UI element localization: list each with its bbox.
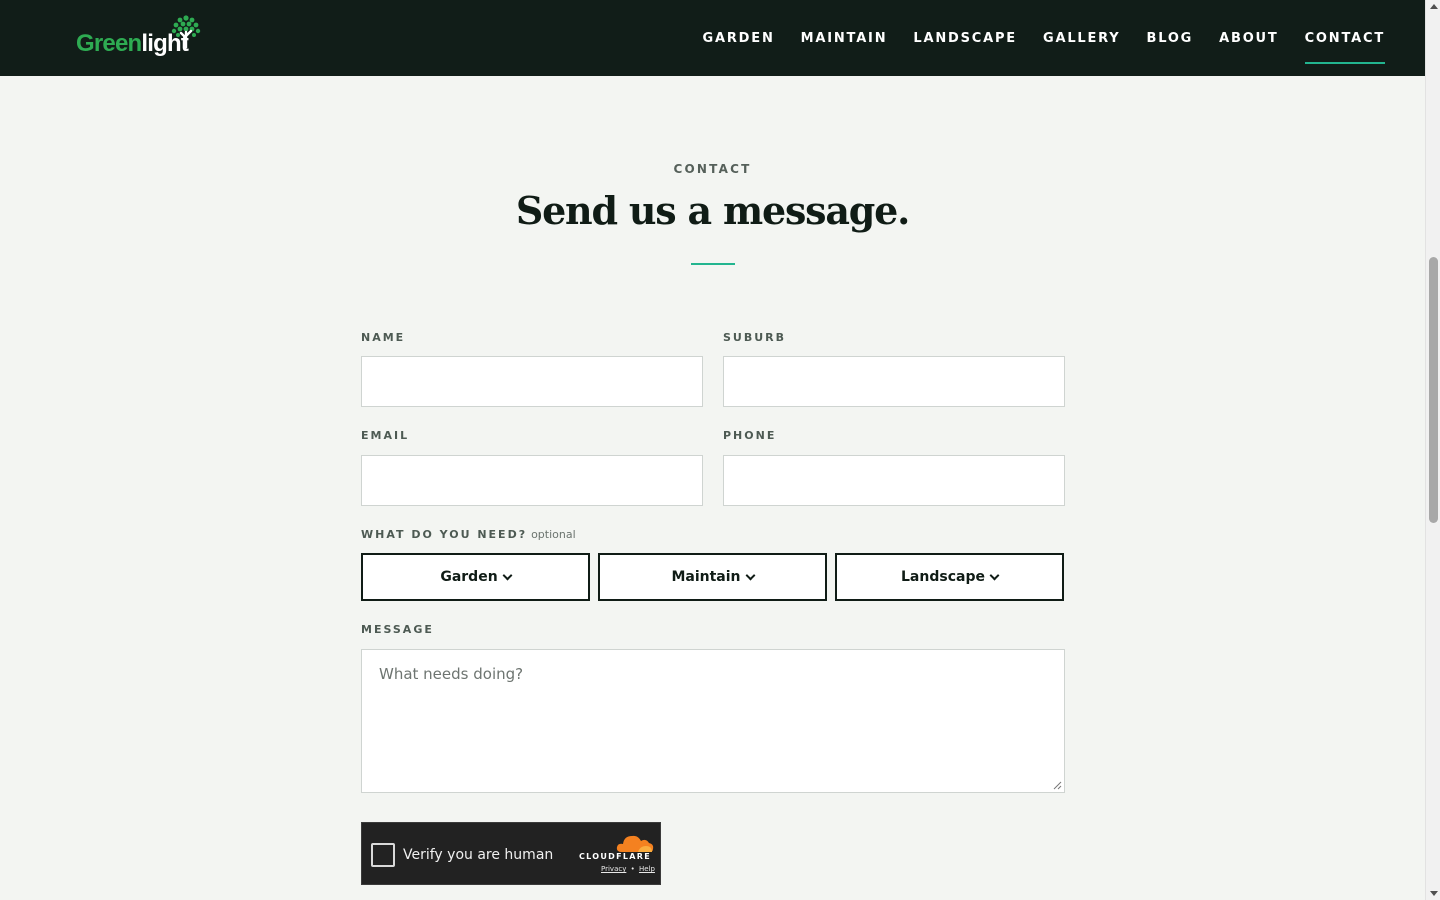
nav-blog[interactable]: BLOG: [1146, 25, 1193, 52]
captcha-checkbox[interactable]: [371, 843, 395, 867]
message-textarea[interactable]: What needs doing?: [361, 649, 1065, 793]
site-header: Greenlight GARDEN MAINTAIN LANDSCAPE GAL…: [0, 0, 1425, 76]
captcha-links: Privacy • Help: [601, 865, 655, 873]
email-label: EMAIL: [361, 429, 410, 442]
suburb-input[interactable]: [723, 356, 1065, 407]
garden-dropdown[interactable]: Garden: [361, 553, 590, 601]
maintain-dropdown-label: Maintain: [671, 569, 741, 585]
nav-gallery[interactable]: GALLERY: [1043, 25, 1121, 52]
nav-landscape[interactable]: LANDSCAPE: [913, 25, 1017, 52]
name-label: NAME: [361, 331, 406, 344]
main-nav: GARDEN MAINTAIN LANDSCAPE GALLERY BLOG A…: [703, 0, 1386, 76]
page-scrollbar[interactable]: [1425, 0, 1440, 900]
captcha-text: Verify you are human: [403, 847, 554, 863]
message-placeholder: What needs doing?: [379, 665, 524, 683]
section-eyebrow: CONTACT: [673, 162, 752, 176]
nav-garden[interactable]: GARDEN: [703, 25, 775, 52]
service-label-text: WHAT DO YOU NEED?: [361, 528, 528, 541]
nav-about[interactable]: ABOUT: [1219, 25, 1278, 52]
landscape-dropdown[interactable]: Landscape: [835, 553, 1064, 601]
page-title: Send us a message.: [515, 188, 911, 233]
scroll-down-arrow-icon[interactable]: [1430, 891, 1438, 896]
resize-handle-icon[interactable]: [1053, 781, 1062, 790]
site-logo[interactable]: Greenlight: [76, 14, 201, 60]
message-label: MESSAGE: [361, 623, 434, 636]
tree-icon: [171, 15, 201, 48]
scroll-up-arrow-icon[interactable]: [1430, 4, 1438, 9]
chevron-down-icon: [745, 570, 755, 580]
cloudflare-cloud-icon: [616, 835, 654, 852]
landscape-dropdown-label: Landscape: [901, 569, 985, 585]
phone-label: PHONE: [723, 429, 777, 442]
suburb-label: SUBURB: [723, 331, 787, 344]
chevron-down-icon: [989, 570, 1000, 580]
link-separator: •: [630, 865, 635, 873]
maintain-dropdown[interactable]: Maintain: [598, 553, 827, 601]
optional-hint: optional: [531, 528, 576, 541]
title-divider: [691, 263, 735, 265]
phone-input[interactable]: [723, 455, 1065, 506]
help-link[interactable]: Help: [639, 865, 655, 873]
email-input[interactable]: [361, 455, 703, 506]
nav-contact[interactable]: CONTACT: [1304, 25, 1386, 64]
service-label: WHAT DO YOU NEED? optional: [361, 528, 576, 541]
name-input[interactable]: [361, 356, 703, 407]
scrollbar-thumb[interactable]: [1429, 257, 1438, 523]
cloudflare-brand: CLOUDFLARE: [579, 852, 651, 861]
nav-maintain[interactable]: MAINTAIN: [801, 25, 888, 52]
chevron-down-icon: [502, 570, 513, 580]
privacy-link[interactable]: Privacy: [601, 865, 626, 873]
garden-dropdown-label: Garden: [440, 569, 498, 585]
captcha-widget: Verify you are human CLOUDFLARE Privacy …: [361, 822, 661, 885]
